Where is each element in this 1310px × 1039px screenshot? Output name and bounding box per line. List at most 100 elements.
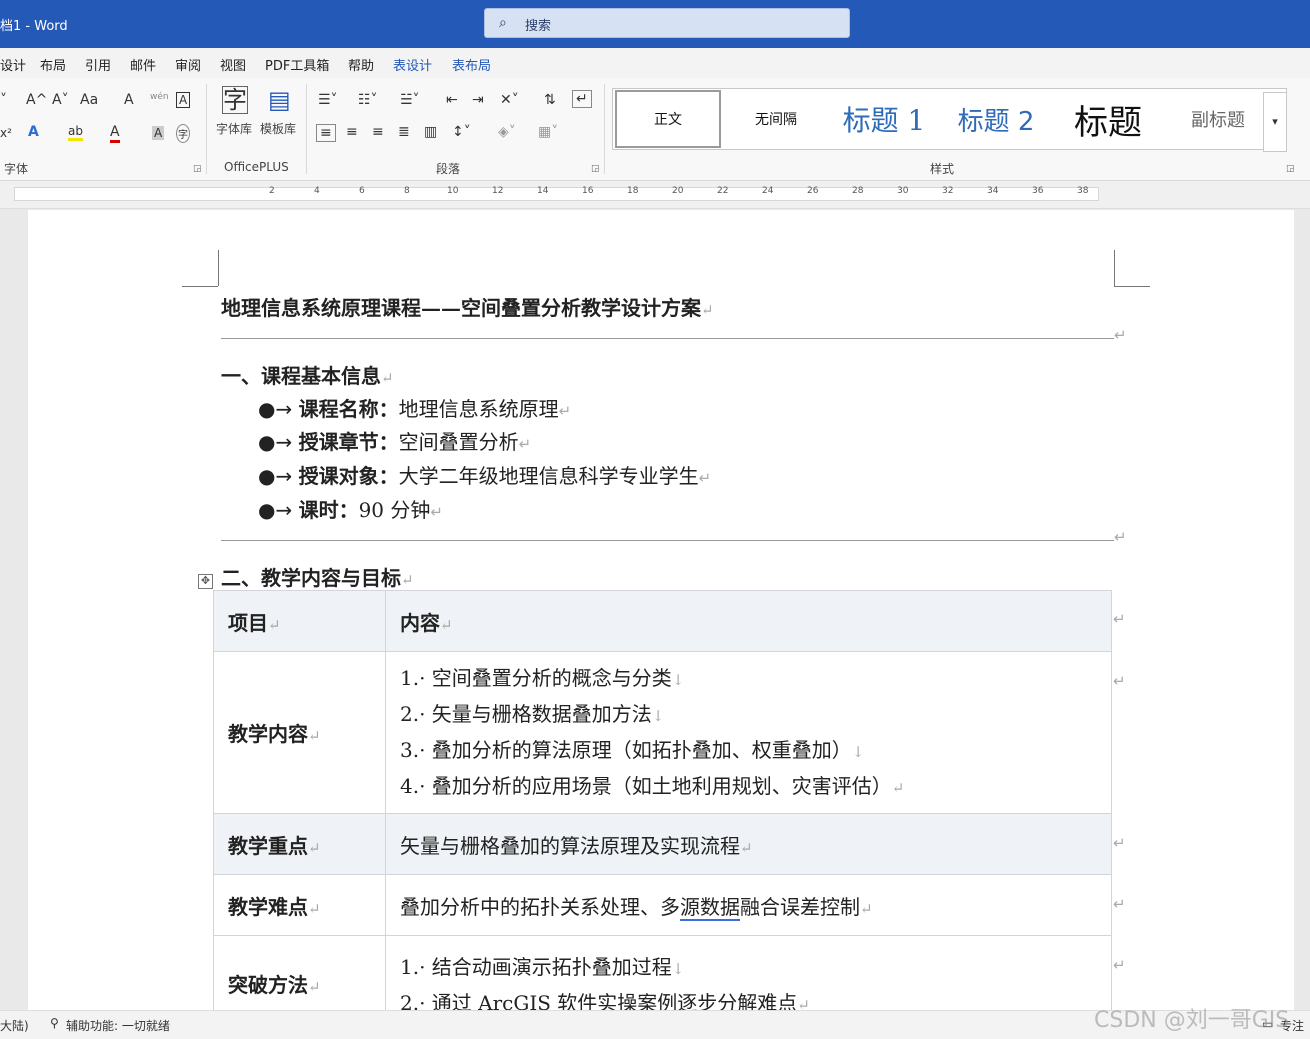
- table-cell[interactable]: 项目↵: [213, 590, 386, 652]
- tab-mailings[interactable]: 邮件: [130, 55, 156, 74]
- paragraph-launcher-icon[interactable]: ◲: [591, 164, 600, 174]
- accessibility-icon[interactable]: ⚲: [50, 1016, 59, 1030]
- list-item: 1.· 空间叠置分析的概念与分类↓: [400, 661, 1097, 697]
- table-cell[interactable]: 1.· 空间叠置分析的概念与分类↓ 2.· 矢量与栅格数据叠加方法↓ 3.· 叠…: [385, 651, 1112, 814]
- phonetic-guide-button[interactable]: wén: [150, 92, 169, 102]
- search-box[interactable]: ⌕ 搜索: [484, 8, 850, 38]
- font-launcher-icon[interactable]: ◲: [193, 164, 202, 174]
- style-no-spacing[interactable]: 无间隔: [723, 89, 829, 149]
- row-label: 教学内容: [228, 722, 308, 746]
- ruler-number: 30: [897, 186, 909, 196]
- list-item: 2.· 矢量与栅格数据叠加方法↓: [400, 697, 1097, 733]
- tab-table-layout[interactable]: 表布局: [452, 55, 491, 74]
- superscript-button[interactable]: x²: [0, 126, 12, 140]
- ribbon-divider: [604, 84, 605, 174]
- style-normal[interactable]: 正文: [615, 90, 721, 148]
- table-move-handle-icon[interactable]: ✥: [198, 574, 213, 589]
- tab-help[interactable]: 帮助: [348, 55, 374, 74]
- tab-references[interactable]: 引用: [85, 55, 111, 74]
- tab-table-design[interactable]: 表设计: [393, 55, 432, 74]
- font-color-button[interactable]: A: [110, 124, 120, 143]
- style-title[interactable]: 标题: [1053, 89, 1163, 149]
- table-cell[interactable]: 1.· 结合动画演示拓扑叠加过程↓ 2.· 通过 ArcGIS 软件实操案例逐步…: [385, 935, 1112, 1010]
- align-right-icon[interactable]: ≡: [372, 124, 384, 140]
- show-marks-icon[interactable]: ↵: [572, 90, 592, 108]
- paragraph-mark: ↵: [1114, 326, 1127, 344]
- styles-launcher-icon[interactable]: ◲: [1286, 164, 1295, 174]
- table-cell[interactable]: 教学内容↵: [213, 651, 386, 814]
- font-dropdown-icon[interactable]: ˅: [0, 92, 7, 108]
- highlight-button[interactable]: ab: [68, 124, 83, 141]
- bullet-marker: ●→: [258, 397, 299, 421]
- table-cell[interactable]: 突破方法↵: [213, 935, 386, 1010]
- enclose-char-button[interactable]: 字: [176, 124, 190, 143]
- tab-layout[interactable]: 布局: [40, 55, 66, 74]
- justify-icon[interactable]: ≣: [398, 124, 410, 140]
- row-end-mark: ↵: [1113, 610, 1126, 628]
- list-item: 4.· 叠加分析的应用场景（如土地利用规划、灾害评估）↵: [400, 769, 1097, 805]
- align-center-icon[interactable]: ≡: [346, 124, 358, 140]
- section-heading-text: 二、教学内容与目标: [221, 566, 401, 590]
- style-heading1[interactable]: 标题 1: [831, 89, 937, 149]
- align-left-icon[interactable]: ≡: [316, 124, 336, 142]
- tab-view[interactable]: 视图: [220, 55, 246, 74]
- row-end-mark: ↵: [1113, 672, 1126, 690]
- document-page[interactable]: 地理信息系统原理课程——空间叠置分析教学设计方案↵ ↵ 一、课程基本信息↵ ●→…: [28, 210, 1294, 1010]
- style-heading2[interactable]: 标题 2: [943, 89, 1049, 149]
- content-line: 1.· 结合动画演示拓扑叠加过程: [400, 955, 672, 979]
- template-library-label[interactable]: 模板库: [260, 120, 296, 137]
- bullet-list-icon[interactable]: ☰˅: [318, 92, 338, 108]
- language-status[interactable]: 大陆): [0, 1017, 29, 1034]
- change-case-button[interactable]: Aa: [80, 92, 98, 108]
- multilevel-list-icon[interactable]: ☱˅: [400, 92, 420, 108]
- char-border-button[interactable]: A: [176, 92, 191, 108]
- distribute-icon[interactable]: ▥: [424, 124, 437, 140]
- spellcheck-underline[interactable]: 源数据: [680, 894, 740, 921]
- menu-bar: 设计 布局 引用 邮件 审阅 视图 PDF工具箱 帮助 表设计 表布局: [0, 48, 1310, 78]
- ruler-number: 34: [987, 186, 999, 196]
- shading-icon[interactable]: ◈˅: [498, 124, 516, 140]
- font-library-icon[interactable]: 字: [222, 86, 248, 114]
- margin-corner: [1114, 250, 1115, 286]
- margin-corner: [182, 286, 218, 287]
- line-spacing-icon[interactable]: ↕˅: [452, 124, 471, 140]
- tab-design[interactable]: 设计: [0, 55, 26, 74]
- styles-more-button[interactable]: ▾: [1263, 92, 1287, 152]
- table-cell[interactable]: 内容↵: [385, 590, 1112, 652]
- cell-mark: ↵: [308, 899, 321, 918]
- watermark: CSDN @刘一哥GIS: [1094, 1008, 1290, 1033]
- line-break-mark: ↓: [671, 670, 685, 689]
- bullet-value: 空间叠置分析: [398, 430, 519, 454]
- tab-review[interactable]: 审阅: [175, 55, 201, 74]
- bullet-marker: ●→: [258, 498, 299, 522]
- table-cell[interactable]: 教学难点↵: [213, 874, 386, 936]
- paragraph-mark: ↵: [430, 503, 443, 521]
- grow-font-button[interactable]: A^: [26, 92, 47, 108]
- font-library-label[interactable]: 字体库: [216, 120, 252, 137]
- tab-pdf-tools[interactable]: PDF工具箱: [265, 55, 329, 74]
- paragraph-mark: ↵: [401, 571, 414, 589]
- text-effect-button[interactable]: A: [28, 124, 39, 140]
- table-cell[interactable]: 叠加分析中的拓扑关系处理、多源数据融合误差控制↵: [385, 874, 1112, 936]
- style-subtitle[interactable]: 副标题: [1165, 89, 1271, 149]
- row-label: 突破方法: [228, 973, 308, 997]
- increase-indent-icon[interactable]: ⇥: [472, 92, 484, 108]
- accessibility-status[interactable]: 辅助功能: 一切就绪: [66, 1017, 170, 1034]
- font-group-label: 字体: [4, 162, 29, 176]
- content-table[interactable]: 项目↵ 内容↵ 教学内容↵ 1.· 空间叠置分析的概念与分类↓ 2.· 矢量与栅…: [213, 590, 1112, 1010]
- template-library-icon[interactable]: ▤: [268, 86, 291, 114]
- horizontal-ruler[interactable]: [0, 181, 1310, 209]
- bullet-key: 课时：: [298, 498, 359, 522]
- sort-icon[interactable]: ⇅: [544, 92, 556, 108]
- shrink-font-button[interactable]: A˅: [52, 92, 69, 108]
- ruler-number: 26: [807, 186, 819, 196]
- decrease-indent-icon[interactable]: ⇤: [446, 92, 458, 108]
- table-cell[interactable]: 教学重点↵: [213, 813, 386, 875]
- clear-format-button[interactable]: A: [124, 92, 134, 108]
- borders-icon[interactable]: ▦˅: [538, 124, 558, 140]
- list-item: ●→ 课程名称：地理信息系统原理↵: [258, 393, 571, 422]
- char-shading-button[interactable]: A: [152, 126, 165, 140]
- numbered-list-icon[interactable]: ☷˅: [358, 92, 378, 108]
- asian-layout-icon[interactable]: ✕˅: [500, 92, 519, 108]
- table-cell[interactable]: 矢量与栅格叠加的算法原理及实现流程↵: [385, 813, 1112, 875]
